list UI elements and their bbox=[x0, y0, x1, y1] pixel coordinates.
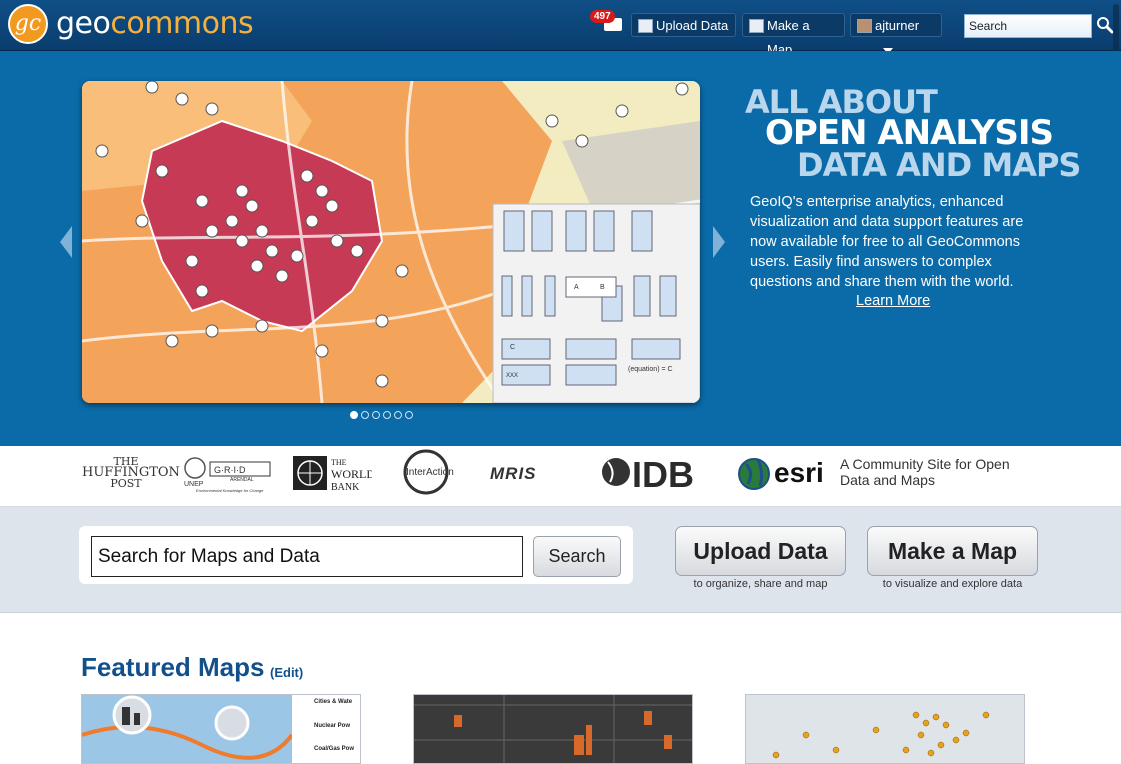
notifications-button[interactable]: 497 bbox=[590, 10, 622, 34]
upload-icon bbox=[638, 19, 653, 33]
partner-logos-strip: THE HUFFINGTON POST UNEP G·R·I·D ARENDAL… bbox=[0, 446, 1121, 507]
grid-tagline: Environmental Knowledge for Change bbox=[196, 488, 264, 493]
featured-map-thumbnail-2[interactable] bbox=[413, 694, 693, 764]
wb-line1: THE bbox=[331, 458, 347, 467]
grid-sub-label: ARENDAL bbox=[230, 477, 254, 483]
user-menu-button[interactable]: ajturner bbox=[850, 13, 942, 54]
featured-maps-edit-link[interactable]: (Edit) bbox=[270, 665, 303, 680]
make-a-map-nav-button[interactable]: Make a Map bbox=[742, 13, 845, 57]
diagram-label-b: B bbox=[600, 284, 605, 291]
unep-grid-logo[interactable]: UNEP G·R·I·D ARENDAL Environmental Knowl… bbox=[182, 454, 274, 494]
community-line1: A Community Site for Open bbox=[840, 456, 1010, 472]
upload-data-nav-label: Upload Data bbox=[656, 18, 729, 33]
map-icon bbox=[749, 19, 764, 33]
hero-headline-line3: DATA AND MAPS bbox=[797, 146, 1081, 184]
featured-map-thumbnail-3[interactable] bbox=[745, 694, 1025, 764]
interaction-label: InterAction bbox=[406, 467, 454, 478]
geocommons-logo-icon[interactable]: gc bbox=[8, 4, 48, 44]
esri-label: esri bbox=[774, 457, 824, 488]
upload-data-nav-button[interactable]: Upload Data bbox=[631, 13, 736, 37]
community-line2: Data and Maps bbox=[840, 472, 935, 488]
search-and-actions-band: Search for Maps and Data Search Upload D… bbox=[0, 507, 1121, 613]
main-search-input[interactable]: Search for Maps and Data bbox=[91, 536, 523, 577]
carousel-next-arrow-icon[interactable] bbox=[713, 226, 725, 258]
interaction-logo[interactable]: InterAction bbox=[402, 448, 470, 496]
diagram-label-c: C bbox=[510, 344, 515, 351]
hero-description: GeoIQ's enterprise analytics, enhanced v… bbox=[750, 194, 1024, 290]
carousel-slide-image[interactable]: A B XXX C (equation) = C bbox=[82, 81, 700, 403]
diagram-equation: (equation) = C bbox=[628, 366, 673, 373]
idb-label: IDB bbox=[632, 454, 694, 492]
make-a-map-button[interactable]: Make a Map bbox=[867, 526, 1038, 576]
carousel-prev-arrow-icon[interactable] bbox=[60, 226, 72, 258]
notification-count-badge: 497 bbox=[590, 10, 615, 23]
search-icon[interactable] bbox=[1096, 16, 1114, 34]
featured-map-thumbnail-1[interactable]: Cities & Wate Nuclear Pow Coal/Gas Pow bbox=[81, 694, 361, 764]
huffington-post-logo[interactable]: THE HUFFINGTON POST bbox=[82, 456, 180, 489]
carousel-dot-3[interactable] bbox=[372, 411, 380, 419]
carousel-dot-2[interactable] bbox=[361, 411, 369, 419]
logo-geo: geo bbox=[56, 6, 111, 41]
username-label: ajturner bbox=[875, 18, 920, 33]
carousel-dot-5[interactable] bbox=[394, 411, 402, 419]
carousel-dot-4[interactable] bbox=[383, 411, 391, 419]
learn-more-link[interactable]: Learn More bbox=[856, 293, 930, 309]
carousel-dot-1[interactable] bbox=[350, 411, 358, 419]
world-bank-logo[interactable]: THE WORLD BANK bbox=[292, 454, 375, 494]
diagram-label-xxx: XXX bbox=[506, 373, 518, 379]
unep-label: UNEP bbox=[184, 481, 204, 488]
legend-cities: Cities & Wate bbox=[314, 699, 353, 705]
featured-maps-heading: Featured Maps bbox=[81, 652, 265, 682]
diagram-label-a: A bbox=[574, 284, 579, 291]
top-navigation-bar: gc geocommons 497 Upload Data Make a Map… bbox=[0, 0, 1121, 57]
mris-logo[interactable]: MRIS bbox=[490, 464, 537, 484]
main-search-button[interactable]: Search bbox=[533, 536, 621, 577]
geocommons-logo-text[interactable]: geocommons bbox=[56, 6, 254, 41]
main-search-container: Search for Maps and Data Search bbox=[79, 526, 633, 584]
upload-data-caption: to organize, share and map bbox=[693, 578, 828, 590]
avatar bbox=[857, 19, 872, 33]
logo-commons: commons bbox=[110, 6, 254, 41]
upload-data-button[interactable]: Upload Data bbox=[675, 526, 846, 576]
carousel-dot-6[interactable] bbox=[405, 411, 413, 419]
carousel-pagination bbox=[350, 406, 416, 419]
wb-line2: WORLD bbox=[331, 467, 372, 481]
wb-line3: BANK bbox=[331, 482, 360, 493]
idb-logo[interactable]: IDB bbox=[602, 452, 702, 495]
legend-coal: Coal/Gas Pow bbox=[314, 746, 354, 752]
esri-logo[interactable]: esri bbox=[738, 454, 838, 494]
hero-carousel: A B XXX C (equation) = C ALL ABOUT OPEN … bbox=[0, 51, 1121, 446]
legend-nuclear: Nuclear Pow bbox=[314, 723, 350, 729]
top-search-input[interactable]: Search bbox=[964, 14, 1092, 38]
make-a-map-caption: to visualize and explore data bbox=[882, 578, 1023, 590]
community-tagline: A Community Site for Open Data and Maps bbox=[840, 456, 1010, 488]
grid-label: G·R·I·D bbox=[214, 465, 246, 475]
map-illustration: A B XXX C (equation) = C bbox=[82, 81, 700, 403]
